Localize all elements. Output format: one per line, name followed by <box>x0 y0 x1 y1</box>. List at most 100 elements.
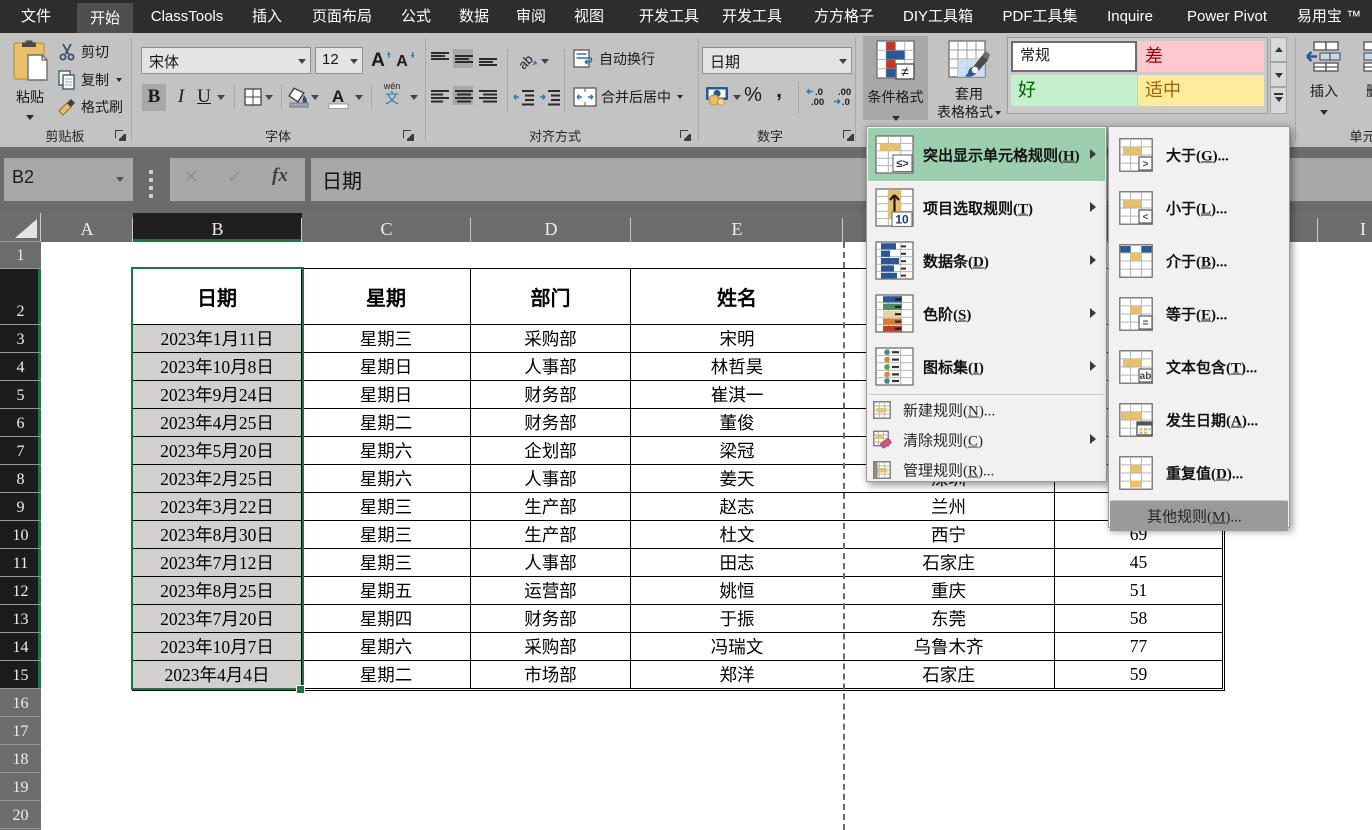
ribbon-tab-16[interactable]: 易用宝 ™ <box>1284 0 1372 33</box>
table-cell[interactable]: 姚恒 <box>631 577 843 605</box>
table-cell[interactable]: 生产部 <box>471 521 631 549</box>
row-header-3[interactable]: 3 <box>0 325 41 353</box>
enter-icon[interactable]: ✓ <box>227 166 243 189</box>
gallery-scroll-up[interactable] <box>1270 37 1287 62</box>
merge-center-button[interactable]: 合并后居中 <box>573 85 683 109</box>
menu-item-duplicate-values[interactable]: 重复值(D)... <box>1110 446 1288 499</box>
menu-item-highlight-cells-rules[interactable]: ≤>突出显示单元格规则(H) <box>868 128 1105 181</box>
number-format-combo[interactable]: 日期 <box>702 47 852 74</box>
ribbon-tab-6[interactable]: 数据 <box>446 0 502 33</box>
column-header-E[interactable]: E <box>631 213 843 242</box>
font-dialog-launcher[interactable] <box>403 130 414 141</box>
ribbon-tab-9[interactable]: 开发工具 <box>626 0 712 33</box>
clipboard-dialog-launcher[interactable] <box>115 130 126 141</box>
ribbon-tab-3[interactable]: 插入 <box>239 0 295 33</box>
table-cell[interactable]: 星期三 <box>302 549 471 577</box>
table-cell[interactable]: 西宁 <box>843 521 1055 549</box>
row-header-20[interactable]: 20 <box>0 801 41 829</box>
table-cell[interactable]: 2023年10月7日 <box>133 633 302 661</box>
percent-style-button[interactable]: % <box>742 82 764 108</box>
conditional-formatting-button[interactable]: ≠ 条件格式 <box>863 36 928 120</box>
table-cell[interactable]: 星期二 <box>302 409 471 437</box>
wrap-text-button[interactable]: 自动换行 <box>573 47 655 71</box>
shrink-font-icon[interactable]: A <box>394 48 416 70</box>
format-as-table-button[interactable]: 套用 表格格式 <box>931 36 1007 120</box>
table-cell[interactable]: 财务部 <box>471 409 631 437</box>
menu-item-more-rules[interactable]: 其他规则(M)... <box>1110 501 1288 531</box>
cell-style-4[interactable]: 适中 <box>1138 75 1264 106</box>
orientation-dropdown[interactable] <box>541 59 549 64</box>
ribbon-tab-2[interactable]: ClassTools <box>138 0 237 33</box>
cell-style-2[interactable]: 差 <box>1138 41 1264 72</box>
table-cell[interactable]: 2023年5月20日 <box>133 437 302 465</box>
comma-style-button[interactable]: , <box>772 78 786 104</box>
table-cell[interactable]: 2023年4月4日 <box>133 661 302 689</box>
table-cell[interactable]: 59 <box>1055 661 1223 689</box>
gallery-more-button[interactable] <box>1270 87 1287 114</box>
select-all-corner[interactable] <box>0 213 41 242</box>
table-cell[interactable]: 于振 <box>631 605 843 633</box>
table-cell[interactable]: 人事部 <box>471 549 631 577</box>
column-header-B[interactable]: B <box>133 213 302 242</box>
cell-style-3[interactable]: 好 <box>1011 75 1137 106</box>
insert-function-icon[interactable]: fx <box>272 165 288 187</box>
align-middle-icon[interactable] <box>453 49 473 68</box>
number-dialog-launcher[interactable] <box>843 130 854 141</box>
phonetic-button[interactable]: wén 文 <box>379 82 405 112</box>
menu-item-top-bottom-rules[interactable]: 10项目选取规则(T) <box>868 181 1105 234</box>
table-cell[interactable]: 2023年8月30日 <box>133 521 302 549</box>
alignment-dialog-launcher[interactable] <box>680 130 691 141</box>
cell-style-1[interactable]: 常规 <box>1011 41 1137 72</box>
table-cell[interactable]: 林哲昊 <box>631 353 843 381</box>
table-cell[interactable]: 财务部 <box>471 605 631 633</box>
font-color-dropdown[interactable] <box>355 95 363 100</box>
italic-button[interactable]: I <box>172 84 190 111</box>
row-header-14[interactable]: 14 <box>0 633 41 661</box>
table-cell[interactable]: 财务部 <box>471 381 631 409</box>
table-cell[interactable]: 2023年3月22日 <box>133 493 302 521</box>
table-cell[interactable]: 58 <box>1055 605 1223 633</box>
phonetic-dropdown[interactable] <box>410 95 418 100</box>
table-cell[interactable]: 星期四 <box>302 605 471 633</box>
table-cell[interactable]: 2023年7月12日 <box>133 549 302 577</box>
cancel-icon[interactable]: ✕ <box>183 166 199 189</box>
row-header-6[interactable]: 6 <box>0 409 41 437</box>
menu-item-equal-to[interactable]: =等于(E)... <box>1110 287 1288 340</box>
table-cell[interactable]: 梁冠 <box>631 437 843 465</box>
ribbon-tab-8[interactable]: 视图 <box>561 0 617 33</box>
table-header-cell[interactable]: 姓名 <box>631 269 843 325</box>
ribbon-tab-file[interactable]: 文件 <box>8 0 64 33</box>
table-cell[interactable]: 2023年10月8日 <box>133 353 302 381</box>
menu-item-text-contains[interactable]: ab文本包含(T)... <box>1110 340 1288 393</box>
row-header-18[interactable]: 18 <box>0 745 41 773</box>
row-header-10[interactable]: 10 <box>0 521 41 549</box>
table-cell[interactable]: 赵志 <box>631 493 843 521</box>
table-cell[interactable]: 星期日 <box>302 381 471 409</box>
underline-button[interactable]: U <box>194 84 214 111</box>
table-cell[interactable]: 星期三 <box>302 493 471 521</box>
ribbon-tab-5[interactable]: 公式 <box>388 0 444 33</box>
table-cell[interactable]: 石家庄 <box>843 549 1055 577</box>
delete-cells-button[interactable]: 删除 <box>1356 36 1372 120</box>
name-box-dropdown[interactable] <box>116 177 124 182</box>
ribbon-tab-10[interactable]: 开发工具 <box>709 0 795 33</box>
table-cell[interactable]: 兰州 <box>843 493 1055 521</box>
table-cell[interactable]: 姜天 <box>631 465 843 493</box>
table-cell[interactable]: 77 <box>1055 633 1223 661</box>
table-cell[interactable]: 2023年1月11日 <box>133 325 302 353</box>
table-cell[interactable]: 星期六 <box>302 633 471 661</box>
ribbon-tab-7[interactable]: 审阅 <box>503 0 559 33</box>
row-header-11[interactable]: 11 <box>0 549 41 577</box>
column-header-I[interactable]: I <box>1318 213 1372 242</box>
row-header-17[interactable]: 17 <box>0 717 41 745</box>
table-cell[interactable]: 星期六 <box>302 437 471 465</box>
row-header-1[interactable]: 1 <box>0 242 41 269</box>
align-right-icon[interactable] <box>477 86 497 105</box>
fill-color-icon[interactable] <box>288 86 312 108</box>
table-cell[interactable]: 2023年2月25日 <box>133 465 302 493</box>
fill-handle[interactable] <box>296 685 305 694</box>
table-cell[interactable]: 生产部 <box>471 493 631 521</box>
format-painter-button[interactable]: 格式刷 <box>57 95 123 119</box>
table-cell[interactable]: 东莞 <box>843 605 1055 633</box>
insert-cells-button[interactable]: 插入 <box>1300 36 1348 120</box>
